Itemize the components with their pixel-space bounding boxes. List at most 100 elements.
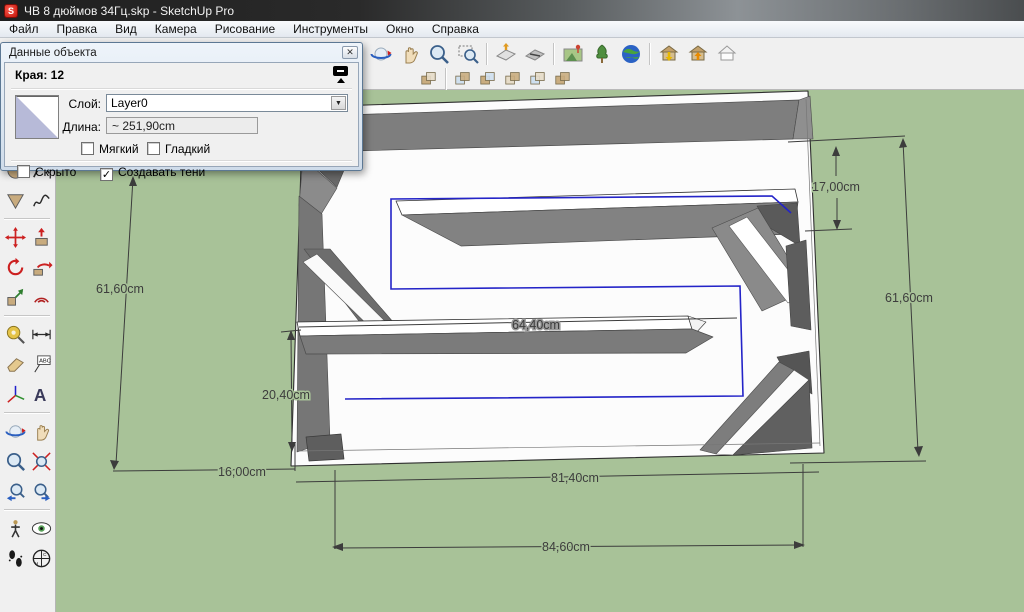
dimension-icon[interactable] — [28, 320, 54, 348]
menu-draw[interactable]: Рисование — [206, 21, 284, 38]
section-display-icon[interactable] — [492, 41, 519, 67]
freehand-icon[interactable] — [28, 186, 54, 214]
dim-label-shelf: 64,40cm — [512, 318, 560, 332]
zoom-icon[interactable] — [2, 447, 28, 475]
divider — [11, 88, 352, 90]
toolbar-separator — [553, 43, 554, 65]
tape-measure-icon[interactable] — [2, 320, 28, 348]
zoom-icon[interactable] — [425, 41, 452, 67]
union-icon[interactable] — [476, 68, 499, 89]
layer-select[interactable]: Layer0 ▼ — [106, 94, 348, 112]
zoom-next-icon[interactable] — [28, 477, 54, 505]
share-model-icon[interactable] — [684, 41, 711, 67]
axes-icon[interactable] — [2, 380, 28, 408]
orbit-icon[interactable] — [367, 41, 394, 67]
scale-icon[interactable] — [2, 283, 28, 311]
dim-label-port-bottom: 20,40cm — [262, 388, 310, 402]
toolbar-separator — [445, 68, 446, 90]
offset-icon[interactable] — [28, 283, 54, 311]
sketchup-window: S ЧВ 8 дюймов 34Гц.skp - SketchUp Pro Фа… — [0, 0, 1024, 612]
zoom-extents-icon[interactable] — [28, 447, 54, 475]
walk-icon[interactable] — [2, 544, 28, 572]
svg-text:A: A — [33, 385, 45, 405]
model-speaker-box[interactable] — [291, 91, 824, 466]
intersect-icon[interactable] — [451, 68, 474, 89]
layer-label: Слой: — [49, 97, 101, 111]
menu-camera[interactable]: Камера — [146, 21, 206, 38]
look-around-icon[interactable] — [28, 514, 54, 542]
entity-info-titlebar[interactable]: Данные объекта ✕ — [1, 43, 362, 62]
add-location-icon[interactable] — [559, 41, 586, 67]
eraser-icon[interactable] — [2, 350, 28, 378]
soft-label: Мягкий — [99, 142, 139, 156]
tool-row: CH — [2, 544, 54, 572]
tool-row — [2, 447, 54, 475]
menu-window[interactable]: Окно — [377, 21, 423, 38]
orbit-icon[interactable] — [2, 417, 28, 445]
menu-view[interactable]: Вид — [106, 21, 146, 38]
dim-label-width-inner: 81,40cm — [551, 471, 599, 485]
cast-shadows-checkbox[interactable]: ✓ — [100, 168, 113, 181]
smooth-checkbox[interactable] — [147, 142, 160, 155]
soft-checkbox[interactable] — [81, 142, 94, 155]
length-label: Длина: — [49, 120, 101, 134]
toolbar-separator — [4, 218, 50, 219]
menu-help[interactable]: Справка — [423, 21, 488, 38]
polygon-icon[interactable] — [2, 186, 28, 214]
svg-text:H: H — [34, 561, 38, 567]
dim-label-offset-left: 16,00cm — [218, 465, 266, 479]
tool-row — [2, 417, 54, 445]
push-pull-icon[interactable] — [28, 223, 54, 251]
toolbar-separator — [4, 509, 50, 510]
svg-text:ABC: ABC — [39, 358, 51, 364]
subtract-icon[interactable] — [501, 68, 524, 89]
dim-label-port-top: 17,00cm — [812, 180, 860, 194]
toggle-terrain-icon[interactable] — [588, 41, 615, 67]
pan-icon[interactable] — [396, 41, 423, 67]
chevron-down-icon[interactable]: ▼ — [331, 96, 346, 110]
divider — [11, 160, 352, 162]
google-earth-icon[interactable] — [617, 41, 644, 67]
menu-tools[interactable]: Инструменты — [284, 21, 377, 38]
smooth-label: Гладкий — [165, 142, 210, 156]
selection-summary: Края: 12 — [15, 68, 64, 82]
zoom-window-icon[interactable] — [454, 41, 481, 67]
move-icon[interactable] — [2, 223, 28, 251]
title-bar[interactable]: S ЧВ 8 дюймов 34Гц.skp - SketchUp Pro — [0, 0, 1024, 21]
window-title: ЧВ 8 дюймов 34Гц.skp - SketchUp Pro — [24, 4, 234, 18]
entity-info-dialog[interactable]: Данные объекта ✕ Края: 12 Слой: Layer0 ▼… — [0, 42, 363, 171]
tool-row — [2, 253, 54, 281]
hidden-checkbox[interactable] — [17, 165, 30, 178]
section-cut-icon[interactable] — [521, 41, 548, 67]
tool-row — [2, 320, 54, 348]
menu-edit[interactable]: Правка — [48, 21, 107, 38]
3d-text-icon[interactable]: A — [28, 380, 54, 408]
menu-file[interactable]: Файл — [0, 21, 48, 38]
toolbar-separator — [486, 43, 487, 65]
tool-row — [2, 223, 54, 251]
toolbar-separator — [4, 412, 50, 413]
position-camera-icon[interactable] — [2, 514, 28, 542]
entity-info-title: Данные объекта — [9, 47, 97, 59]
svg-text:C: C — [42, 552, 46, 558]
tool-row — [2, 477, 54, 505]
tool-row — [2, 283, 54, 311]
3d-warehouse-icon[interactable] — [713, 41, 740, 67]
pan-icon[interactable] — [28, 417, 54, 445]
trim-icon[interactable] — [526, 68, 549, 89]
dim-label-height-right: 61,60cm — [885, 291, 933, 305]
dim-label-height-left: 61,60cm — [96, 282, 144, 296]
get-models-icon[interactable] — [655, 41, 682, 67]
toggle-details-button[interactable] — [333, 66, 349, 84]
text-icon[interactable]: ABC — [28, 350, 54, 378]
camera-toolbar — [366, 40, 741, 67]
close-icon[interactable]: ✕ — [342, 46, 358, 59]
zoom-previous-icon[interactable] — [2, 477, 28, 505]
section-plane-icon[interactable]: CH — [28, 544, 54, 572]
entity-info-body: Края: 12 Слой: Layer0 ▼ Длина: ~ 251,90c… — [4, 62, 359, 167]
follow-me-icon[interactable] — [28, 253, 54, 281]
tool-row: ABC — [2, 350, 54, 378]
outer-shell-icon[interactable] — [417, 68, 440, 89]
split-icon[interactable] — [551, 68, 574, 89]
rotate-icon[interactable] — [2, 253, 28, 281]
